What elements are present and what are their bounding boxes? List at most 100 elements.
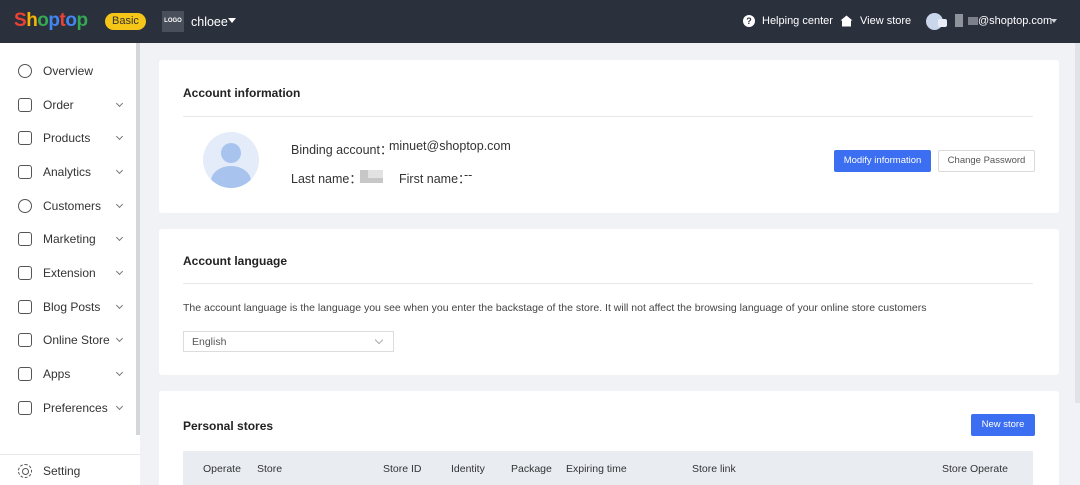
view-store-link[interactable]: View store	[840, 15, 911, 27]
column-header-store-operate: Store Operate	[942, 463, 1008, 475]
user-badge-icon	[938, 19, 947, 27]
sidebar-item-setting[interactable]: Setting	[0, 460, 140, 482]
card-title: Personal stores	[183, 419, 274, 433]
caret-down-icon[interactable]	[1051, 19, 1057, 23]
customers-icon	[18, 199, 32, 213]
gear-icon	[18, 464, 32, 478]
chevron-down-icon[interactable]	[115, 267, 124, 276]
analytics-icon	[18, 165, 32, 179]
top-bar: Shoptop Basic LOGO chloee ? Helping cent…	[0, 0, 1080, 43]
products-icon	[18, 131, 32, 145]
sidebar-item-preferences[interactable]: Preferences	[0, 391, 140, 425]
sidebar-item-overview[interactable]: Overview	[0, 54, 140, 88]
logo-letter: o	[37, 10, 49, 31]
apps-icon	[18, 367, 32, 381]
column-header-identity: Identity	[451, 463, 485, 475]
sidebar-item-order[interactable]: Order	[0, 88, 140, 122]
divider	[183, 283, 1033, 284]
logo-letter: p	[48, 10, 60, 31]
language-selected-value: English	[192, 336, 227, 348]
store-switcher[interactable]: chloee	[191, 15, 228, 29]
store-logo: LOGO	[162, 11, 184, 32]
helping-center-label: Helping center	[762, 15, 833, 27]
shoptop-logo[interactable]: Shoptop	[14, 10, 88, 32]
sidebar-item-label: Online Store	[43, 333, 110, 347]
chevron-down-icon[interactable]	[115, 166, 124, 175]
compass-icon	[18, 64, 32, 78]
last-name-label: Last name：	[291, 172, 362, 186]
sidebar-item-label: Apps	[43, 367, 71, 381]
sidebar-item-customers[interactable]: Customers	[0, 189, 140, 223]
sidebar-item-extension[interactable]: Extension	[0, 256, 140, 290]
chevron-down-icon[interactable]	[115, 334, 124, 343]
account-avatar	[203, 132, 259, 188]
first-name-value: --	[464, 168, 473, 182]
stores-table-header: Operate Store Store ID Identity Package Expir…	[183, 451, 1033, 485]
chevron-down-icon[interactable]	[115, 99, 124, 108]
first-name-label: First name：	[399, 172, 471, 186]
column-header-operate: Operate	[203, 463, 241, 475]
chevron-down-icon[interactable]	[115, 368, 124, 377]
page-scrollbar[interactable]	[1075, 43, 1080, 403]
language-description: The account language is the language you…	[183, 302, 927, 314]
column-header-expiring-time: Expiring time	[566, 463, 627, 475]
chevron-down-icon[interactable]	[115, 200, 124, 209]
chevron-down-icon[interactable]	[115, 233, 124, 242]
card-title: Account language	[183, 254, 288, 268]
plan-badge[interactable]: Basic	[105, 13, 146, 30]
new-store-button[interactable]: New store	[971, 414, 1035, 436]
question-icon: ?	[743, 15, 755, 27]
preferences-icon	[18, 401, 32, 415]
helping-center-link[interactable]: ? Helping center	[743, 15, 833, 27]
chevron-down-icon[interactable]	[115, 132, 124, 141]
binding-account-label: Binding account：	[291, 143, 393, 157]
account-language-card: Account language The account language is…	[159, 229, 1059, 375]
sidebar-item-label: Setting	[43, 464, 81, 478]
column-header-store: Store	[257, 463, 283, 475]
column-header-package: Package	[511, 463, 552, 475]
sidebar-item-label: Overview	[43, 64, 94, 78]
order-icon	[18, 98, 32, 112]
column-header-store-id: Store ID	[383, 463, 422, 475]
caret-down-icon[interactable]	[228, 18, 236, 23]
sidebar-item-label: Products	[43, 131, 91, 145]
chevron-down-icon	[374, 335, 384, 345]
sidebar-item-analytics[interactable]: Analytics	[0, 155, 140, 189]
redacted-block	[968, 17, 978, 25]
change-password-button[interactable]: Change Password	[938, 150, 1035, 172]
account-information-card: Account information Binding account： min…	[159, 60, 1059, 213]
home-icon	[840, 15, 853, 27]
sidebar-item-label: Order	[43, 98, 74, 112]
sidebar-item-apps[interactable]: Apps	[0, 357, 140, 391]
sidebar-item-label: Analytics	[43, 165, 92, 179]
view-store-label: View store	[860, 15, 912, 27]
logo-letter: S	[14, 10, 27, 31]
column-header-store-link: Store link	[692, 463, 736, 475]
logo-letter: h	[26, 10, 38, 31]
modify-information-button[interactable]: Modify information	[834, 150, 931, 172]
sidebar-item-label: Extension	[43, 266, 96, 280]
logo-letter: o	[65, 10, 77, 31]
sidebar-item-marketing[interactable]: Marketing	[0, 222, 140, 256]
chevron-down-icon[interactable]	[115, 402, 124, 411]
sidebar: Overview Order Products Analytics Customers M…	[0, 43, 140, 485]
sidebar-item-blog-posts[interactable]: Blog Posts	[0, 290, 140, 324]
sidebar-item-online-store[interactable]: Online Store	[0, 323, 140, 357]
redacted-block	[955, 14, 963, 27]
sidebar-item-label: Blog Posts	[43, 300, 101, 314]
language-select[interactable]: English	[183, 331, 394, 352]
sidebar-item-label: Customers	[43, 199, 102, 213]
binding-account-value: minuet@shoptop.com	[389, 139, 511, 153]
logo-letter: p	[76, 10, 88, 31]
sidebar-item-label: Preferences	[43, 401, 108, 415]
sidebar-item-products[interactable]: Products	[0, 121, 140, 155]
sidebar-item-label: Marketing	[43, 232, 96, 246]
personal-stores-card: Personal stores New store Operate Store St…	[159, 391, 1059, 485]
user-email[interactable]: @shoptop.com	[978, 15, 1052, 27]
redacted-last-name	[360, 170, 383, 183]
extension-icon	[18, 266, 32, 280]
chevron-down-icon[interactable]	[115, 301, 124, 310]
sidebar-scrollbar[interactable]	[136, 43, 140, 435]
marketing-icon	[18, 232, 32, 246]
divider	[183, 116, 1033, 117]
